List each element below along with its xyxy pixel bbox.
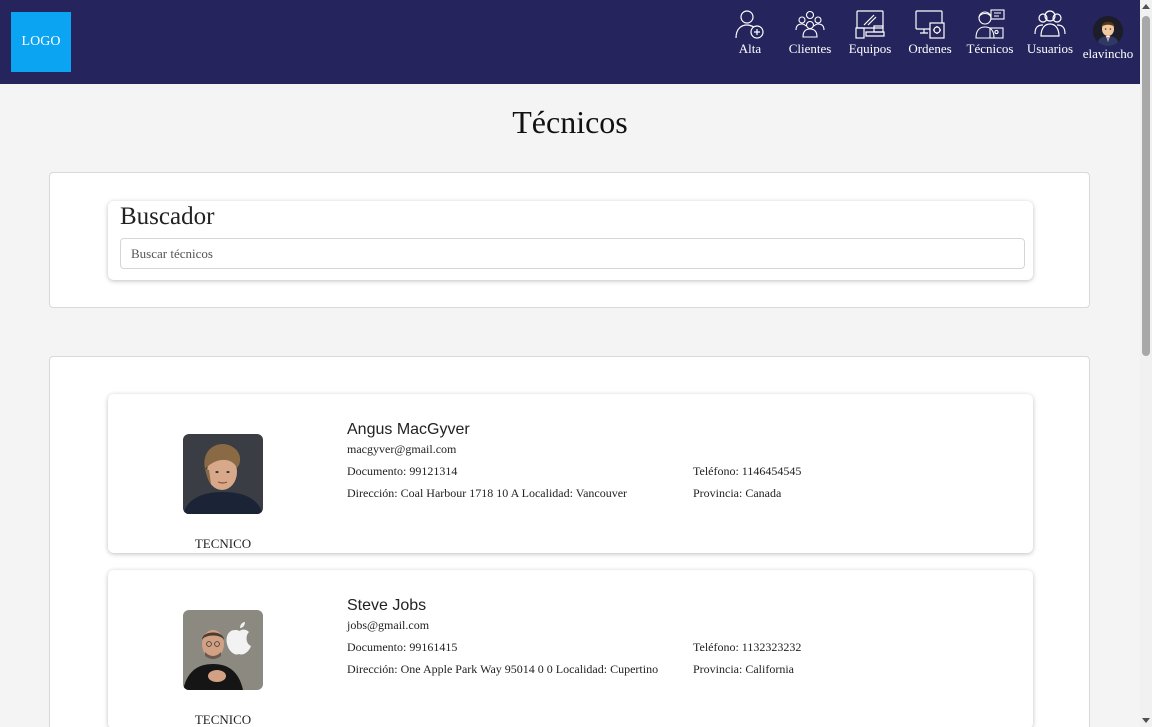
technician-name: Steve Jobs: [347, 597, 427, 614]
technician-document: Documento: 99121314: [347, 464, 458, 478]
search-input[interactable]: [120, 238, 1025, 269]
user-avatar[interactable]: [1093, 16, 1123, 46]
nav-item-clientes[interactable]: Clientes: [780, 8, 840, 56]
scroll-up-icon[interactable]: [1142, 4, 1150, 9]
nav-label-tecnicos: Técnicos: [966, 41, 1014, 56]
scroll-down-icon[interactable]: [1142, 718, 1150, 723]
technicians-list-panel: Angus MacGyver macgyver@gmail.com Docume…: [49, 356, 1090, 727]
avatar-icon: [1093, 16, 1123, 46]
users-icon: [1034, 10, 1066, 37]
scrollbar-thumb[interactable]: [1142, 16, 1150, 356]
technician-phone: Teléfono: 1146454545: [693, 464, 802, 478]
nav-item-ordenes[interactable]: Ordenes: [900, 8, 960, 56]
technician-photo: [183, 610, 263, 690]
technician-document: Documento: 99161415: [347, 640, 458, 654]
technician-province: Provincia: California: [693, 662, 794, 676]
user-name[interactable]: elavincho: [1080, 46, 1136, 62]
top-navbar: LOGO Alta Clientes Equipos Ordenes Técni…: [0, 0, 1140, 84]
technician-portrait-icon: [183, 434, 263, 514]
orders-icon: [915, 10, 945, 39]
nav-label-equipos: Equipos: [848, 41, 892, 56]
search-card: Buscador: [108, 201, 1033, 280]
nav-label-clientes: Clientes: [788, 41, 832, 56]
technician-province: Provincia: Canada: [693, 486, 782, 500]
technician-email: macgyver@gmail.com: [347, 442, 457, 456]
technician-address: Dirección: One Apple Park Way 95014 0 0 …: [347, 662, 659, 676]
technician-role: TECNICO: [194, 536, 252, 551]
technician-phone: Teléfono: 1132323232: [693, 640, 802, 654]
technician-address: Dirección: Coal Harbour 1718 10 A Locali…: [347, 486, 628, 500]
nav-item-equipos[interactable]: Equipos: [840, 8, 900, 56]
technician-name: Angus MacGyver: [347, 421, 470, 438]
technician-icon: [975, 9, 1005, 39]
search-panel: Buscador: [49, 172, 1090, 308]
devices-icon: [855, 10, 885, 39]
search-title: Buscador: [120, 203, 215, 230]
nav-label-usuarios: Usuarios: [1026, 41, 1074, 56]
technician-photo: [183, 434, 263, 514]
technician-email: jobs@gmail.com: [347, 618, 430, 632]
user-add-icon: [735, 10, 764, 39]
vertical-scrollbar[interactable]: [1140, 0, 1152, 727]
technician-card[interactable]: Angus MacGyver macgyver@gmail.com Docume…: [108, 394, 1033, 553]
page-title: Técnicos: [512, 104, 628, 140]
nav-item-usuarios[interactable]: Usuarios: [1020, 8, 1080, 56]
logo[interactable]: LOGO: [11, 12, 71, 72]
nav-label-ordenes: Ordenes: [908, 41, 952, 56]
technician-portrait-icon: [183, 610, 263, 690]
technician-card[interactable]: Steve Jobs jobs@gmail.com Documento: 991…: [108, 570, 1033, 727]
nav-label-alta: Alta: [738, 41, 762, 56]
technician-role: TECNICO: [194, 712, 252, 727]
nav-item-alta[interactable]: Alta: [720, 8, 780, 56]
nav-item-tecnicos[interactable]: Técnicos: [960, 8, 1020, 56]
clients-group-icon: [795, 10, 825, 38]
